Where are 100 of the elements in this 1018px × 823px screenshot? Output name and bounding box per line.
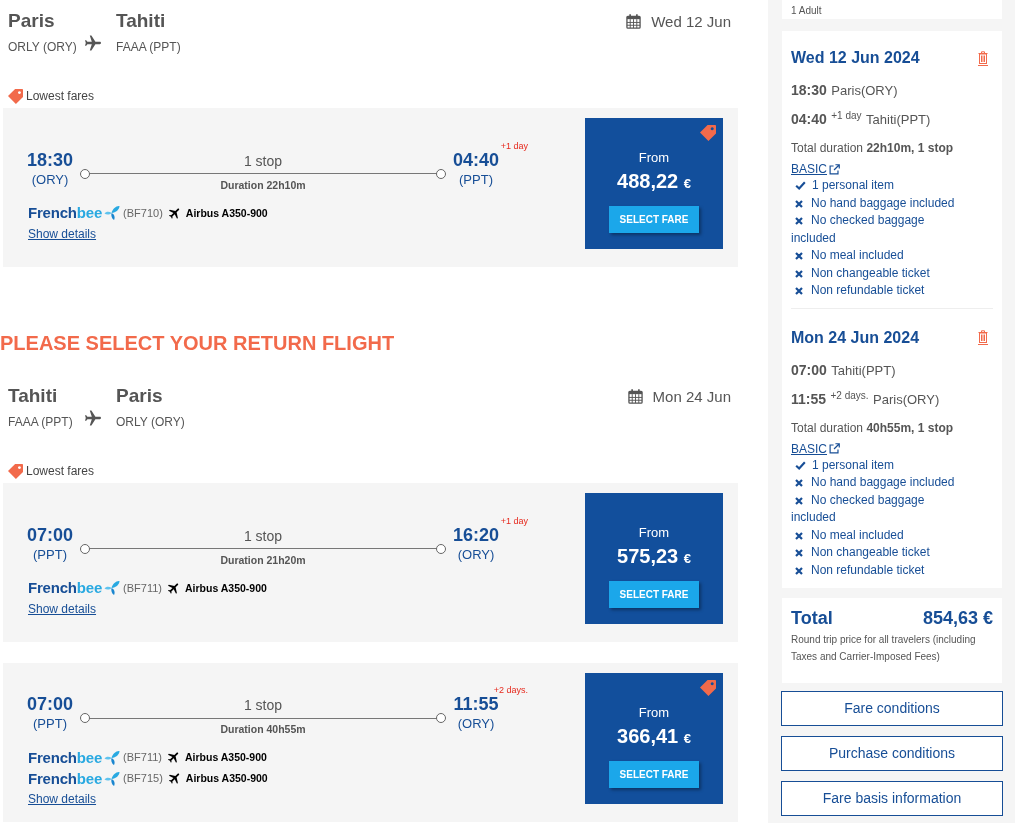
calendar-icon <box>627 388 643 404</box>
fare-price: 488,22 € <box>617 169 691 194</box>
price-note: Round trip price for all travelers (including Taxes and Carrier-Imposed Fees) <box>791 632 977 664</box>
aircraft-model: Airbus A350-900 <box>185 581 267 594</box>
day-offset: +1 day <box>500 140 528 152</box>
fares-label: Lowest fares <box>26 464 95 478</box>
flight-number: (BF711) <box>123 751 162 763</box>
airplane-icon <box>168 581 180 594</box>
fares-label: Lowest fares <box>26 89 95 103</box>
price-tag-icon <box>8 463 23 479</box>
trash-icon[interactable] <box>978 50 988 66</box>
airport-code: (PPT) <box>33 545 67 563</box>
airline-logo: Frenchbee <box>28 204 103 221</box>
butterfly-icon <box>104 749 121 765</box>
price-label: From <box>638 150 670 165</box>
aircraft-model: Airbus A350-900 <box>185 206 268 219</box>
day-offset: +1 day <box>831 110 862 121</box>
stop-place: Paris(ORY) <box>873 391 940 407</box>
total-duration: Total duration 22h10m, 1 stop <box>791 140 955 156</box>
duration-label: Duration 21h20m <box>220 553 306 566</box>
airport-code: (PPT) <box>459 170 493 188</box>
fare-price: 366,41 € <box>617 724 691 749</box>
show-details-link[interactable]: Show details <box>28 224 97 243</box>
feature-text: Non changeable ticket <box>811 545 930 559</box>
airport-code: (ORY) <box>31 170 69 188</box>
aircraft-model: Airbus A350-900 <box>185 751 267 763</box>
butterfly-icon <box>104 205 121 220</box>
info-button[interactable]: Fare conditions <box>781 690 1003 726</box>
external-link-icon <box>829 163 840 175</box>
day-offset: +2 days. <box>493 685 528 696</box>
airline-logo: Frenchbee <box>28 579 103 596</box>
airplane-icon <box>168 772 181 784</box>
day-offset: +2 days. <box>830 389 869 401</box>
feature-text: No checked baggage included <box>791 213 925 245</box>
airport-code: (ORY) <box>457 715 495 732</box>
airline-logo: Frenchbee <box>28 769 103 787</box>
airport-name: ORLY (ORY) <box>116 414 185 430</box>
city-name: Paris <box>8 9 55 33</box>
trash-icon[interactable] <box>978 330 988 345</box>
info-button[interactable]: Purchase conditions <box>781 735 1003 771</box>
feature-text: Non refundable ticket <box>811 562 925 577</box>
airline-logo: Frenchbee <box>28 748 103 766</box>
passenger-count: 1 Adult <box>791 5 822 16</box>
feature-text: No meal included <box>811 248 904 262</box>
feature-text: No meal included <box>811 527 904 542</box>
price-label: From <box>638 525 670 540</box>
stop-place: Paris(ORY) <box>831 83 898 98</box>
arrival-time: 11:55 <box>453 693 499 715</box>
city-name: Tahiti <box>8 384 58 408</box>
flight-number: (BF710) <box>123 206 163 219</box>
total-label: Total <box>791 607 833 629</box>
feature-text: Non refundable ticket <box>811 283 925 297</box>
fare-type-link[interactable]: BASIC <box>791 161 840 177</box>
duration-label: Duration 22h10m <box>220 178 306 191</box>
departure-time: 18:30 <box>27 148 74 171</box>
stop-time: 04:40 <box>791 111 827 127</box>
stop-time: 11:55 <box>791 390 827 407</box>
aircraft-model: Airbus A350-900 <box>185 772 268 784</box>
stop-time: 07:00 <box>791 361 827 378</box>
stops-label: 1 stop <box>243 152 283 169</box>
airport-name: FAAA (PPT) <box>116 39 181 55</box>
flight-number: (BF711) <box>123 581 162 594</box>
fare-type-link[interactable]: BASIC <box>791 440 840 457</box>
city-name: Tahiti <box>116 9 166 33</box>
feature-text: 1 personal item <box>812 178 895 192</box>
total-duration: Total duration 40h55m, 1 stop <box>791 419 955 436</box>
feature-text: Non changeable ticket <box>811 265 930 280</box>
stop-time: 18:30 <box>791 82 827 98</box>
stops-label: 1 stop <box>243 697 283 713</box>
feature-text: No hand baggage included <box>811 195 955 210</box>
stop-place: Tahiti(PPT) <box>831 362 896 378</box>
airplane-icon <box>85 410 101 426</box>
fare-price: 575,23 € <box>617 544 691 569</box>
airport-code: (ORY) <box>457 545 495 563</box>
airplane-icon <box>85 35 101 51</box>
feature-text: No checked baggage included <box>791 492 925 524</box>
departure-time: 07:00 <box>27 523 74 546</box>
show-details-link[interactable]: Show details <box>28 790 97 808</box>
flight-number: (BF715) <box>123 772 163 784</box>
stop-place: Tahiti(PPT) <box>866 112 931 127</box>
external-link-icon <box>829 443 840 454</box>
airport-name: FAAA (PPT) <box>8 414 73 430</box>
airport-code: (PPT) <box>33 715 67 732</box>
duration-label: Duration 40h55m <box>220 723 306 735</box>
butterfly-icon <box>104 770 121 786</box>
flight-date: Wed 12 Jun <box>651 12 731 30</box>
section-heading: PLEASE SELECT YOUR RETURN FLIGHT <box>0 331 395 356</box>
total-amount: 854,63 € <box>922 607 993 629</box>
departure-time: 07:00 <box>27 693 74 715</box>
flight-date: Mon 24 Jun <box>652 387 731 405</box>
show-details-link[interactable]: Show details <box>28 599 97 618</box>
calendar-icon <box>626 13 642 29</box>
airport-name: ORLY (ORY) <box>8 39 77 55</box>
info-button[interactable]: Fare basis information <box>781 780 1003 816</box>
price-label: From <box>638 705 670 720</box>
butterfly-icon <box>104 580 121 595</box>
city-name: Paris <box>116 384 163 408</box>
airplane-icon <box>168 206 181 219</box>
leg-date: Wed 12 Jun 2024 <box>791 49 920 67</box>
price-tag-icon <box>8 88 23 104</box>
